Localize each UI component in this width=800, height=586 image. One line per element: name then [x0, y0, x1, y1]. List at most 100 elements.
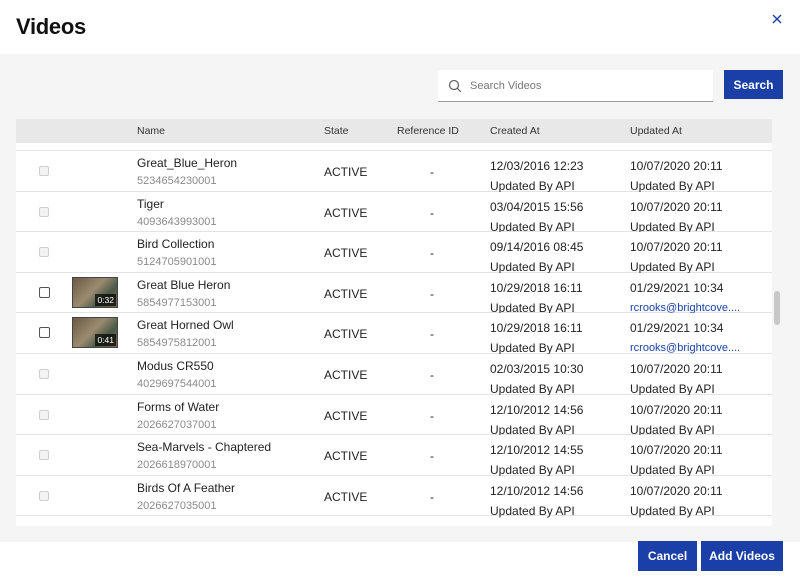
updated-at-cell: 01/29/2021 10:34 rcrooks@brightcove....	[630, 318, 740, 358]
search-field[interactable]	[438, 70, 713, 102]
reference-id: -	[430, 449, 434, 464]
created-at: 12/10/2012 14:56	[490, 483, 584, 498]
created-at: 10/29/2018 16:11	[490, 321, 583, 336]
row-checkbox	[39, 490, 49, 501]
video-id: 5124705901001	[137, 256, 217, 269]
updated-at: 10/07/2020 20:11	[630, 443, 723, 458]
created-at: 12/10/2012 14:56	[490, 402, 584, 417]
created-at-cell: 03/04/2015 15:56 Updated By API	[490, 197, 583, 237]
video-id: 5854977153001	[137, 296, 217, 309]
video-state: ACTIVE	[324, 246, 368, 261]
updated-at: 10/07/2020 20:11	[630, 159, 723, 173]
cancel-button[interactable]: Cancel	[638, 541, 697, 571]
video-duration: 0:32	[95, 293, 116, 306]
video-name: Bird Collection	[137, 237, 215, 252]
video-id: 2026627037001	[137, 418, 217, 431]
video-id: 4093643993001	[137, 215, 217, 228]
reference-id: -	[430, 489, 434, 504]
created-by: Updated By API	[490, 503, 575, 518]
videos-modal: Videos Search 2568006310001Updated By AP…	[0, 0, 800, 586]
table-row[interactable]: Forms of Water 2026627037001 ACTIVE - 12/10/…	[16, 394, 772, 437]
row-checkbox	[39, 409, 49, 420]
search-icon	[448, 79, 462, 93]
videos-table: 2568006310001Updated By APIUpdated By AP…	[16, 119, 772, 526]
reference-id: -	[430, 205, 434, 220]
row-checkbox[interactable]	[39, 327, 50, 339]
close-icon[interactable]	[768, 10, 786, 28]
column-header-updated-at[interactable]: Updated At	[630, 125, 682, 137]
updated-by: Updated By API	[630, 503, 715, 518]
reference-id: -	[430, 165, 434, 179]
updated-at-cell: 01/29/2021 10:34 rcrooks@brightcove....	[630, 278, 740, 318]
row-checkbox	[39, 247, 49, 258]
video-name: Great Blue Heron	[137, 277, 231, 292]
reference-id: -	[430, 368, 434, 382]
table-row[interactable]: Modus CR550 4029697544001 ACTIVE - 02/03/201…	[16, 354, 772, 396]
search-button[interactable]: Search	[724, 70, 783, 99]
table-row[interactable]: 0:41 Great Horned Owl 5854975812001 ACTIVE -…	[16, 313, 772, 355]
updated-at: 01/29/2021 10:34	[630, 321, 724, 336]
updated-at: 10/07/2020 20:11	[630, 362, 723, 376]
video-duration: 0:41	[95, 334, 116, 347]
created-at-cell: 12/03/2016 12:23 Updated By API	[490, 156, 583, 196]
table-scrollbar[interactable]	[774, 291, 780, 325]
video-state: ACTIVE	[324, 408, 368, 423]
updated-at-cell: 10/07/2020 20:11 Updated By API	[630, 440, 723, 480]
updated-at-cell: 10/07/2020 20:11 Updated By API	[630, 156, 723, 196]
reference-id: -	[430, 286, 434, 301]
row-checkbox[interactable]	[39, 286, 50, 298]
updated-at-cell: 10/07/2020 20:11 Updated By API	[630, 481, 723, 521]
created-at-cell: 12/10/2012 14:56 Updated By API	[490, 481, 583, 521]
updated-at-cell: 10/07/2020 20:11 Updated By API	[630, 197, 723, 237]
table-row[interactable]: Tiger 4093643993001 ACTIVE - 03/04/2015 15:5…	[16, 191, 772, 234]
video-state: ACTIVE	[324, 286, 368, 301]
modal-title: Videos	[16, 14, 86, 39]
modal-body: Search 2568006310001Updated By APIUpdate…	[0, 54, 800, 542]
video-id: 2026627035001	[137, 499, 217, 512]
table-row[interactable]: Great_Blue_Heron 5234654230001 ACTIVE - 12/0…	[16, 151, 772, 193]
search-input[interactable]	[470, 70, 710, 102]
video-id: 4029697544001	[137, 378, 217, 390]
created-at-cell: 12/10/2012 14:55 Updated By API	[490, 440, 583, 480]
row-checkbox	[39, 206, 49, 217]
video-id: 5854975812001	[137, 337, 217, 350]
video-state: ACTIVE	[324, 368, 368, 382]
created-at-cell: 12/10/2012 14:56 Updated By API	[490, 400, 583, 440]
table-row[interactable]: Sea-Marvels - Chaptered 2026618970001 ACTI…	[16, 435, 772, 477]
column-header-state[interactable]: State	[324, 125, 349, 137]
created-at-cell: 09/14/2016 08:45 Updated By API	[490, 237, 583, 277]
column-header-created-at[interactable]: Created At	[490, 125, 540, 137]
updated-at: 10/07/2020 20:11	[630, 402, 723, 417]
created-at: 02/03/2015 10:30	[490, 362, 584, 376]
video-name: Sea-Marvels - Chaptered	[137, 440, 272, 455]
column-header-reference-id[interactable]: Reference ID	[397, 125, 459, 137]
table-row[interactable]: Birds Of A Feather 2026627035001 ACTIVE - 12…	[16, 475, 772, 518]
video-name: Modus CR550	[137, 359, 214, 373]
video-thumbnail: 0:41	[72, 317, 118, 349]
updated-at: 10/07/2020 20:11	[630, 483, 723, 498]
reference-id: -	[430, 246, 434, 261]
created-at: 03/04/2015 15:56	[490, 199, 584, 214]
created-at-cell: 10/29/2018 16:11 Updated By API	[490, 318, 583, 358]
updated-at-cell: 10/07/2020 20:11 Updated By API	[630, 359, 723, 399]
video-name: Great Horned Owl	[137, 318, 234, 333]
video-state: ACTIVE	[324, 489, 368, 504]
created-at-cell: 10/29/2018 16:11 Updated By API	[490, 278, 583, 318]
video-state: ACTIVE	[324, 449, 368, 464]
row-checkbox	[39, 369, 49, 379]
video-state: ACTIVE	[324, 165, 368, 179]
video-thumbnail: 0:32	[72, 276, 118, 308]
table-row[interactable]: 0:32 Great Blue Heron 5854977153001 ACTIVE -…	[16, 272, 772, 315]
modal-header: Videos	[0, 0, 800, 54]
video-id: 5234654230001	[137, 175, 217, 187]
column-header-name[interactable]: Name	[137, 125, 165, 137]
video-name: Birds Of A Feather	[137, 480, 236, 495]
created-at: 09/14/2016 08:45	[490, 240, 584, 255]
updated-at: 10/07/2020 20:11	[630, 240, 723, 255]
created-at: 12/03/2016 12:23	[490, 159, 584, 173]
table-row[interactable]: Bird Collection 5124705901001 ACTIVE - 09/14…	[16, 232, 772, 274]
video-state: ACTIVE	[324, 327, 368, 342]
add-videos-button[interactable]: Add Videos	[701, 541, 783, 571]
video-name: Great_Blue_Heron	[137, 156, 238, 170]
created-at: 12/10/2012 14:55	[490, 443, 584, 458]
